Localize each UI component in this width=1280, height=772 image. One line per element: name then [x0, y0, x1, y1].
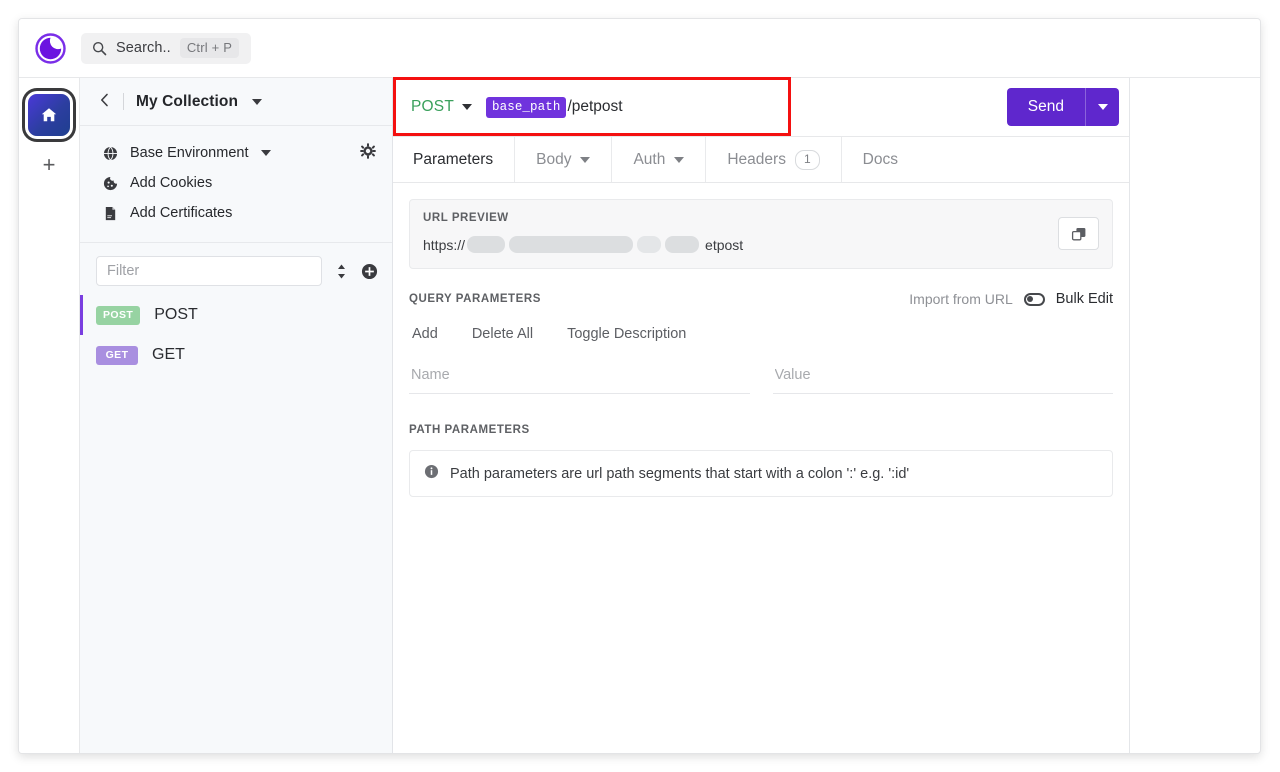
method-badge: GET [96, 345, 138, 365]
environment-block: Base Environment Add Cookies Add Certifi… [80, 126, 392, 243]
send-button[interactable]: Send [1007, 88, 1085, 126]
tab-body[interactable]: Body [515, 137, 613, 182]
copy-icon [1071, 227, 1085, 240]
request-list: POST POST GET GET [80, 295, 392, 375]
sidebar-item-label: Base Environment [130, 145, 249, 161]
search-shortcut-badge: Ctrl + P [179, 38, 240, 58]
insomnia-logo-icon [34, 32, 66, 64]
sidebar-item-add-cookies[interactable]: Add Cookies [80, 168, 392, 198]
collection-name[interactable]: My Collection [136, 93, 238, 111]
headers-count-badge: 1 [794, 149, 820, 170]
url-bar: POST base_path /petpost Send [393, 77, 1129, 137]
collection-header: My Collection [80, 78, 392, 126]
redacted-block [467, 236, 506, 253]
app-logo [19, 32, 81, 65]
redacted-block [665, 236, 700, 253]
app-window: Search.. Ctrl + P + My Collection Base E… [18, 18, 1261, 754]
filter-input[interactable] [96, 256, 322, 286]
toggle-description-button[interactable]: Toggle Description [567, 326, 686, 342]
send-dropdown-button[interactable] [1085, 88, 1119, 126]
param-name-input[interactable] [409, 363, 750, 394]
path-parameters-note: Path parameters are url path segments th… [409, 450, 1113, 497]
info-icon [424, 464, 439, 483]
copy-url-button[interactable] [1058, 217, 1099, 250]
url-tail: etpost [705, 236, 744, 253]
add-workspace-button[interactable]: + [43, 154, 56, 176]
url-preview-card: URL PREVIEW https:// etpost [409, 199, 1113, 269]
url-path-text: /petpost [567, 98, 623, 115]
request-list-item-get[interactable]: GET GET [80, 335, 392, 375]
search-icon [92, 41, 107, 56]
filter-row [80, 243, 392, 295]
response-pane [1130, 78, 1260, 753]
template-tag-base-path[interactable]: base_path [486, 96, 567, 118]
sidebar: My Collection Base Environment Add Cooki… [80, 78, 393, 753]
main-area: POST base_path /petpost Send Parameters … [393, 77, 1260, 753]
request-list-item-post[interactable]: POST POST [80, 295, 392, 335]
send-button-group[interactable]: Send [1006, 88, 1119, 126]
search-placeholder: Search.. [116, 40, 171, 56]
sidebar-item-label: Add Cookies [130, 175, 213, 191]
tab-label: Headers [727, 150, 786, 168]
tab-label: Docs [862, 150, 898, 168]
request-pane: POST base_path /petpost Send Parameters … [393, 77, 1130, 753]
header-divider [123, 93, 124, 110]
delete-all-params-button[interactable]: Delete All [472, 326, 533, 342]
path-parameters-note-text: Path parameters are url path segments th… [450, 465, 910, 482]
tab-label: Body [536, 150, 572, 168]
tab-docs[interactable]: Docs [842, 137, 919, 182]
tab-parameters[interactable]: Parameters [393, 137, 516, 182]
sidebar-item-label: Add Certificates [130, 205, 233, 221]
tab-auth[interactable]: Auth [612, 137, 707, 182]
chevron-down-icon [580, 156, 591, 163]
chevron-down-icon[interactable] [261, 150, 272, 156]
request-tabs: Parameters Body Auth Headers 1 Docs [393, 137, 1129, 183]
chevron-left-icon[interactable] [98, 93, 111, 110]
bulk-edit-label[interactable]: Bulk Edit [1056, 291, 1113, 307]
query-parameter-actions: Add Delete All Toggle Description [409, 326, 1113, 342]
home-button[interactable] [28, 94, 70, 136]
request-name: GET [152, 346, 185, 363]
method-label: POST [411, 98, 455, 115]
method-selector[interactable]: POST [411, 98, 486, 116]
request-name: POST [154, 306, 198, 323]
globe-icon [102, 146, 119, 161]
home-icon [41, 108, 57, 122]
sidebar-item-add-certificates[interactable]: Add Certificates [80, 198, 392, 228]
query-parameter-row [409, 363, 1113, 394]
redacted-block [637, 236, 662, 253]
workspace-rail: + [19, 78, 80, 753]
url-input[interactable]: base_path /petpost [486, 96, 623, 118]
chevron-down-icon[interactable] [252, 98, 263, 105]
tab-headers[interactable]: Headers 1 [706, 137, 842, 182]
add-param-button[interactable]: Add [412, 326, 438, 342]
import-from-url-button[interactable]: Import from URL [909, 291, 1012, 307]
url-preview-title: URL PREVIEW [423, 212, 509, 224]
search-input[interactable]: Search.. Ctrl + P [81, 32, 251, 64]
chevron-down-icon [674, 156, 685, 163]
url-preview-value: https:// etpost [423, 235, 1048, 254]
param-value-input[interactable] [772, 363, 1113, 394]
chevron-down-icon [462, 104, 473, 110]
sort-icon[interactable] [335, 263, 348, 280]
sidebar-item-base-environment[interactable]: Base Environment [80, 138, 392, 168]
chevron-down-icon [1097, 104, 1108, 110]
path-parameters-title: PATH PARAMETERS [409, 424, 530, 436]
cookie-icon [102, 176, 119, 191]
body-row: + My Collection Base Environment Add Coo… [19, 77, 1260, 753]
certificate-icon [102, 206, 119, 221]
titlebar: Search.. Ctrl + P [19, 19, 1260, 78]
tab-label: Parameters [413, 150, 494, 168]
bulk-edit-toggle[interactable] [1023, 292, 1045, 306]
method-badge: POST [96, 305, 141, 325]
tab-label: Auth [633, 150, 666, 168]
gear-icon[interactable] [360, 143, 376, 163]
query-parameters-header: QUERY PARAMETERS Import from URL Bulk Ed… [409, 291, 1113, 307]
query-parameters-title: QUERY PARAMETERS [409, 293, 541, 305]
plus-circle-icon[interactable] [361, 263, 378, 280]
redacted-block [509, 236, 634, 253]
url-scheme: https:// [423, 236, 466, 253]
parameters-panel: URL PREVIEW https:// etpost QUERY PARAME… [393, 183, 1129, 753]
